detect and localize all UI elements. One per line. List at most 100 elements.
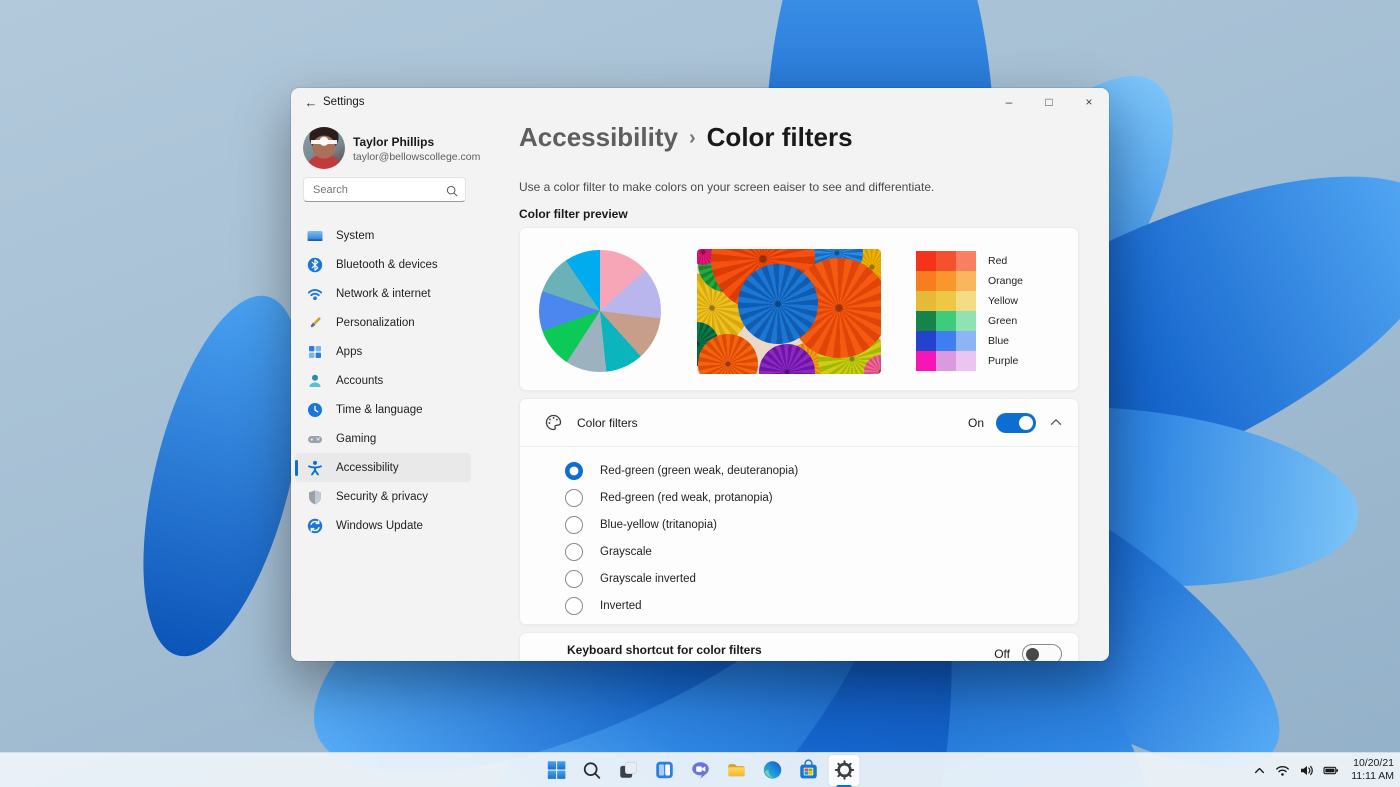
color-filters-label: Color filters <box>577 415 638 430</box>
swatch-cell <box>916 351 936 371</box>
taskbar-edge-button[interactable] <box>757 755 788 786</box>
avatar <box>303 127 345 169</box>
start-icon <box>545 759 567 781</box>
keyboard-shortcut-toggle[interactable] <box>1022 644 1062 661</box>
breadcrumb-separator: › <box>688 127 696 149</box>
sidebar-item-system[interactable]: System <box>295 221 471 250</box>
taskbar-clock[interactable]: 10/20/21 11:11 AM <box>1348 757 1394 783</box>
swatch-label: Green <box>988 315 1018 327</box>
color-filter-preview-card: Red Orange Yellow Green Blue Purple <box>519 227 1079 391</box>
time-language-icon <box>307 402 323 418</box>
maximize-button[interactable]: □ <box>1029 88 1069 116</box>
keyboard-shortcut-title: Keyboard shortcut for color filters <box>567 643 762 657</box>
sidebar-item-label: Time & language <box>336 403 423 416</box>
personalization-icon <box>307 315 323 331</box>
sidebar-item-personalization[interactable]: Personalization <box>295 308 471 337</box>
chevron-up-icon[interactable] <box>1253 764 1266 777</box>
swatch-cell <box>936 291 956 311</box>
sidebar-item-label: Apps <box>336 345 363 358</box>
search-input[interactable] <box>304 178 465 201</box>
breadcrumb-parent[interactable]: Accessibility <box>519 122 678 152</box>
search-icon <box>582 760 603 781</box>
sidebar-item-label: Security & privacy <box>336 490 429 503</box>
chat-icon <box>689 759 711 781</box>
sidebar-item-windows-update[interactable]: Windows Update <box>295 511 471 540</box>
sidebar-item-label: Bluetooth & devices <box>336 258 438 271</box>
battery-icon[interactable] <box>1323 763 1339 778</box>
taskbar-widgets-button[interactable] <box>649 755 680 786</box>
page-title: Color filters <box>706 122 853 152</box>
store-icon <box>797 759 819 781</box>
keyboard-shortcut-state-label: Off <box>994 647 1010 661</box>
taskbar-start-button[interactable] <box>541 755 572 786</box>
filter-option-6[interactable]: Inverted <box>520 592 1078 619</box>
back-button[interactable]: ← <box>297 88 325 116</box>
tray-time: 11:11 AM <box>1351 770 1394 782</box>
window-title: Settings <box>323 96 365 108</box>
radio-button[interactable] <box>565 596 583 615</box>
system-icon <box>307 228 323 244</box>
swatch-label: Blue <box>988 335 1010 347</box>
swatch-cell <box>936 271 956 291</box>
radio-button[interactable] <box>565 569 583 588</box>
filter-option-4[interactable]: Grayscale <box>520 538 1078 565</box>
minimize-button[interactable]: – <box>989 88 1029 116</box>
color-filters-toggle[interactable] <box>996 412 1036 433</box>
swatch-cell <box>916 291 936 311</box>
swatch-row-blue: Blue <box>916 331 1023 351</box>
chevron-up-icon[interactable] <box>1050 418 1062 427</box>
sidebar-item-bluetooth-devices[interactable]: Bluetooth & devices <box>295 250 471 279</box>
color-filters-card: Color filters On Red-green (green weak, … <box>519 398 1079 625</box>
taskbar-store-button[interactable] <box>793 755 824 786</box>
taskbar-task-view-button[interactable] <box>613 755 644 786</box>
sidebar-item-accessibility[interactable]: Accessibility <box>295 453 471 482</box>
taskbar-search-button[interactable] <box>577 755 608 786</box>
radio-button[interactable] <box>565 515 583 534</box>
sidebar-item-security-privacy[interactable]: Security & privacy <box>295 482 471 511</box>
swatch-row-orange: Orange <box>916 271 1023 291</box>
swatch-row-yellow: Yellow <box>916 291 1023 311</box>
security-icon <box>307 489 323 505</box>
taskbar-file-explorer-button[interactable] <box>721 755 752 786</box>
breadcrumb: Accessibility › Color filters <box>519 122 853 153</box>
sidebar-item-apps[interactable]: Apps <box>295 337 471 366</box>
filter-option-1[interactable]: Red-green (green weak, deuteranopia) <box>520 457 1078 484</box>
swatch-row-purple: Purple <box>916 351 1023 371</box>
taskbar-settings-button[interactable] <box>828 754 860 787</box>
swatch-cell <box>956 351 976 371</box>
page-description: Use a color filter to make colors on you… <box>519 180 935 194</box>
swatch-cell <box>956 291 976 311</box>
windows-update-icon <box>307 518 323 534</box>
swatch-cell <box>936 311 956 331</box>
color-filters-state-label: On <box>967 415 984 430</box>
preview-pinwheel-image <box>697 249 881 374</box>
filter-option-3[interactable]: Blue-yellow (tritanopia) <box>520 511 1078 538</box>
swatch-label: Orange <box>988 275 1024 287</box>
radio-button[interactable] <box>565 461 583 480</box>
apps-icon <box>307 344 323 360</box>
volume-icon[interactable] <box>1299 763 1314 778</box>
gaming-icon <box>307 431 323 447</box>
radio-button[interactable] <box>565 488 583 507</box>
sidebar-item-accounts[interactable]: Accounts <box>295 366 471 395</box>
edge-icon <box>761 759 783 781</box>
swatch-cell <box>916 271 936 291</box>
filter-option-5[interactable]: Grayscale inverted <box>520 565 1078 592</box>
sidebar-item-label: Accessibility <box>336 461 399 474</box>
taskbar-chat-button[interactable] <box>685 755 716 786</box>
swatch-cell <box>956 271 976 291</box>
taskbar: 10/20/21 11:11 AM <box>0 752 1400 787</box>
close-button[interactable]: × <box>1069 88 1109 116</box>
sidebar-item-label: Windows Update <box>336 519 423 532</box>
swatch-cell <box>936 331 956 351</box>
filter-option-label: Red-green (red weak, protanopia) <box>600 491 773 504</box>
filter-option-2[interactable]: Red-green (red weak, protanopia) <box>520 484 1078 511</box>
sidebar-nav: System Bluetooth & devices Network & inter… <box>295 221 475 540</box>
sidebar-item-time-language[interactable]: Time & language <box>295 395 471 424</box>
sidebar-item-network-internet[interactable]: Network & internet <box>295 279 471 308</box>
color-filters-row[interactable]: Color filters On <box>520 399 1078 447</box>
sidebar-item-gaming[interactable]: Gaming <box>295 424 471 453</box>
wifi-icon[interactable] <box>1275 763 1290 778</box>
swatch-row-red: Red <box>916 251 1023 271</box>
radio-button[interactable] <box>565 542 583 561</box>
